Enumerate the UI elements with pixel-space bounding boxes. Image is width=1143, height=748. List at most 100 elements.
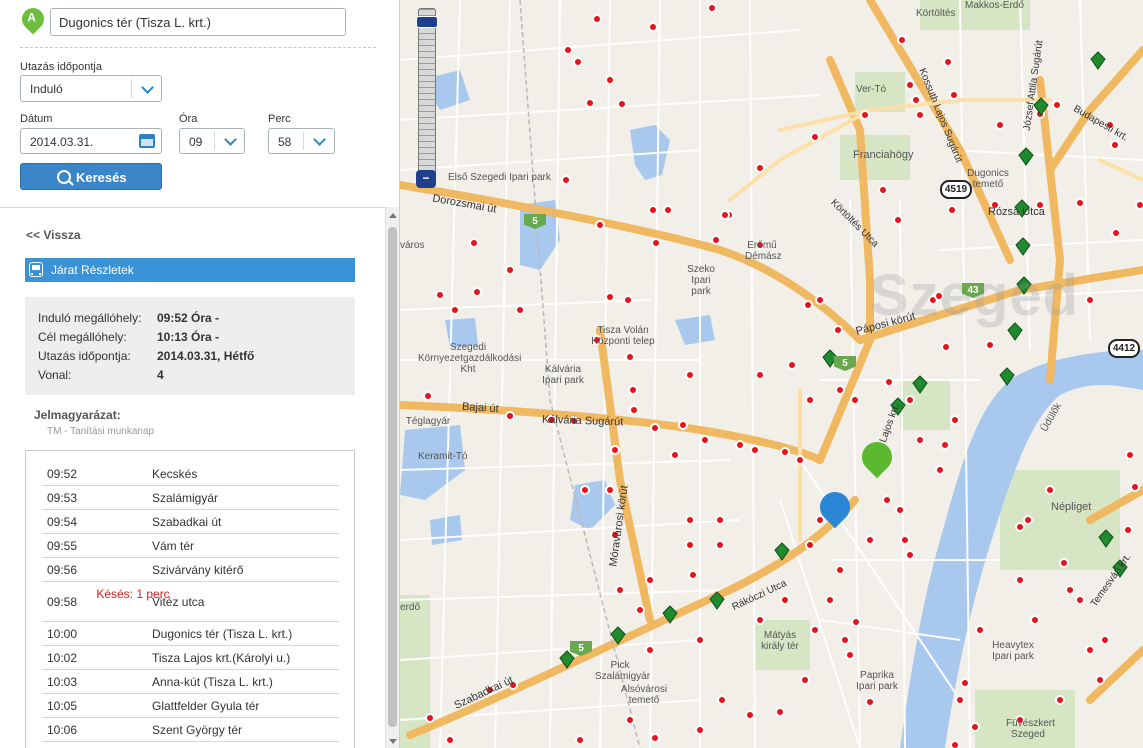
stop-name: Dugonics tér (Tisza L. krt.) xyxy=(152,627,293,641)
search-button-label: Keresés xyxy=(76,170,127,185)
map-label: Ver-Tó xyxy=(856,84,887,95)
map-label: Népliget xyxy=(1051,501,1092,513)
map-label: város xyxy=(400,240,425,251)
stop-name: Glattfelder Gyula tér xyxy=(152,699,260,713)
minute-label: Perc xyxy=(268,113,291,125)
line-value: 4 xyxy=(157,368,164,382)
map-label: Heavytex Ipari park xyxy=(992,640,1034,662)
travel-time-select[interactable]: Induló xyxy=(20,75,162,102)
stop-time: 09:52 xyxy=(47,467,78,481)
map-label: Szegedi Környezetgazdálkodási Kht xyxy=(418,342,522,375)
stop-name: Vitéz utca xyxy=(152,595,205,609)
search-button[interactable]: Keresés xyxy=(20,163,162,190)
calendar-icon[interactable] xyxy=(139,134,155,148)
stop-time: 09:56 xyxy=(47,563,78,577)
stop-time: 10:00 xyxy=(47,627,78,641)
stop-name: Szalámigyár xyxy=(152,491,219,505)
road-shield: 4412 xyxy=(1108,339,1140,358)
travel-date-label: Utazás időpontja: xyxy=(38,349,131,363)
bus-icon xyxy=(29,262,43,277)
map-label: Alsóvárosi temető xyxy=(620,684,668,706)
table-row: 10:06 Szent György tér xyxy=(42,717,339,742)
minute-select[interactable]: 58 xyxy=(268,128,335,154)
stop-time: 09:54 xyxy=(47,515,78,529)
legend-title: Jelmagyarázat: xyxy=(34,408,121,422)
scroll-up-icon[interactable] xyxy=(389,213,397,218)
zoom-control[interactable]: − xyxy=(415,2,438,188)
map-label: Téglagyár xyxy=(405,416,451,427)
table-row: 09:56 Szivárvány kitérő xyxy=(42,557,339,582)
search-icon xyxy=(57,170,71,184)
scroll-thumb[interactable] xyxy=(388,227,397,727)
stop-name: Szent György tér xyxy=(152,723,243,737)
table-row: 10:00 Dugonics tér (Tisza L. krt.) xyxy=(42,621,339,646)
table-row: 10:02 Tisza Lajos krt.(Károlyi u.) xyxy=(42,645,339,670)
scroll-down-icon[interactable] xyxy=(389,739,397,744)
travel-time-label: Utazás időpontja xyxy=(20,61,102,73)
divider xyxy=(20,47,376,48)
back-link[interactable]: << Vissza xyxy=(26,228,81,242)
date-field[interactable]: 2014.03.31. xyxy=(20,128,162,154)
table-row: 09:53 Szalámigyár xyxy=(42,485,339,510)
stop-time: 10:06 xyxy=(47,723,78,737)
map-label: erdő xyxy=(400,602,421,613)
origin-pin-icon: A xyxy=(17,3,49,35)
travel-date-value: 2014.03.31, Hétfő xyxy=(157,349,255,363)
route-details-header: Járat Részletek xyxy=(25,258,355,282)
hour-value: 09 xyxy=(189,135,203,149)
date-label: Dátum xyxy=(20,113,53,125)
stop-time: 09:53 xyxy=(47,491,78,505)
map-label: Makkos-Erdő xyxy=(965,0,1024,11)
zoom-out-button[interactable]: − xyxy=(416,170,436,188)
map-label: Mátyás király tér xyxy=(761,630,799,652)
map-label: Dugonics temető xyxy=(967,168,1009,190)
map-label: Paprika Ipari park xyxy=(856,670,898,692)
stop-name: Anna-kút (Tisza L. krt.) xyxy=(152,675,273,689)
origin-input[interactable] xyxy=(50,8,346,36)
map-label: Szeko Ipari park xyxy=(687,264,715,297)
scrollbar[interactable] xyxy=(385,207,399,748)
stop-name: Szabadkai út xyxy=(152,515,222,529)
map-label: Keramit-Tó xyxy=(418,451,468,462)
map-label: Pick Szalámigyár xyxy=(595,660,651,682)
hour-select[interactable]: 09 xyxy=(179,128,245,154)
map-label: Füvészkert Szeged xyxy=(1006,718,1055,740)
stop-name: Szivárvány kitérő xyxy=(152,563,244,577)
map-label: Tisza Volán Központi telep xyxy=(591,325,655,347)
stop-time: 09:58 xyxy=(47,595,78,609)
date-value: 2014.03.31. xyxy=(30,135,94,149)
map-label: Kálvária Ipari park xyxy=(542,364,584,386)
stops-table: 09:52 Kecskés 09:53 Szalámigyár 09:54 Sz… xyxy=(25,450,355,748)
table-row: 09:58 Késés: 1 perc Vitéz utca xyxy=(42,581,339,622)
chevron-down-icon xyxy=(313,133,326,146)
legend-text: TM - Tanítási munkanap xyxy=(47,426,155,437)
stop-name: Tisza Lajos krt.(Károlyi u.) xyxy=(152,651,291,665)
table-row: 10:03 Anna-kút (Tisza L. krt.) xyxy=(42,669,339,694)
zoom-slider[interactable] xyxy=(418,8,436,184)
map-view[interactable]: Szeged Körtöltés Makkos-Erdő Ver-Tó Fran… xyxy=(400,0,1143,748)
zoom-slider-thumb[interactable] xyxy=(416,16,438,28)
hour-label: Óra xyxy=(179,113,198,125)
chevron-down-icon xyxy=(224,133,237,146)
map-label: Első Szegedi Ipari park xyxy=(448,172,551,183)
line-label: Vonal: xyxy=(38,368,72,382)
stop-time: 10:03 xyxy=(47,675,78,689)
table-row: 10:05 Glattfelder Gyula tér xyxy=(42,693,339,718)
stop-name: Vám tér xyxy=(152,539,195,553)
travel-time-value: Induló xyxy=(30,82,63,96)
search-form: A Utazás időpontja Induló Dátum 2014.03.… xyxy=(0,0,399,207)
road-label: Rózsa Utca xyxy=(988,206,1045,218)
stop-time: 10:02 xyxy=(47,651,78,665)
map-label: Erőmű Démász xyxy=(745,240,782,262)
arrival-stop-label: Cél megállóhely: xyxy=(38,330,127,344)
map-label: Körtöltés xyxy=(916,8,956,19)
arrival-stop-value: 10:13 Óra - xyxy=(157,330,220,344)
stop-time: 09:55 xyxy=(47,539,78,553)
departure-stop-label: Induló megállóhely: xyxy=(38,311,142,325)
minute-value: 58 xyxy=(278,135,292,149)
left-panel: A Utazás időpontja Induló Dátum 2014.03.… xyxy=(0,0,400,748)
map-label: Franciahögy xyxy=(853,149,914,161)
stop-name: Kecskés xyxy=(152,467,198,481)
road-shield: 4519 xyxy=(940,180,972,199)
route-details-title: Járat Részletek xyxy=(51,263,134,277)
